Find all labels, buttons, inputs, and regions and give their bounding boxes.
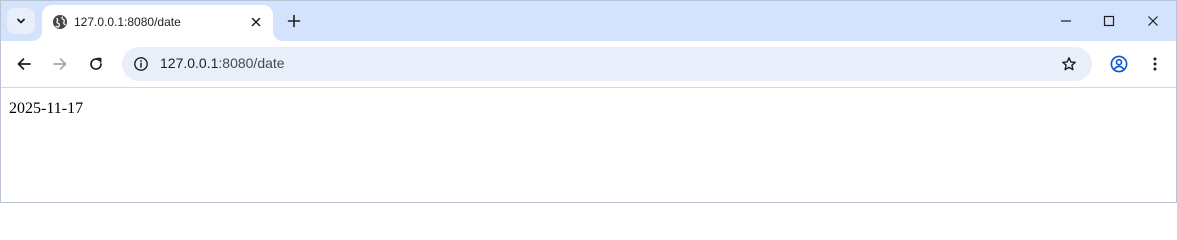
url-host: 127.0.0.1	[160, 55, 219, 71]
close-icon	[251, 17, 261, 27]
back-button[interactable]	[10, 50, 38, 78]
page-date-text: 2025-11-17	[9, 100, 84, 117]
minimize-icon	[1060, 15, 1072, 27]
arrow-right-icon	[52, 56, 68, 72]
tab-active[interactable]: 127.0.0.1:8080/date	[42, 5, 273, 41]
plus-icon	[287, 14, 301, 28]
close-window-button[interactable]	[1131, 1, 1175, 41]
url-path: :8080/date	[218, 55, 285, 71]
info-icon	[133, 56, 149, 72]
chevron-down-icon	[15, 15, 27, 27]
profile-button[interactable]	[1105, 50, 1133, 78]
menu-button[interactable]	[1141, 50, 1169, 78]
forward-button[interactable]	[46, 50, 74, 78]
account-icon	[1110, 55, 1128, 73]
page-content: 2025-11-17	[1, 88, 1176, 202]
tab-strip: 127.0.0.1:8080/date	[1, 1, 1176, 41]
reload-button[interactable]	[82, 50, 110, 78]
site-info-button[interactable]	[129, 52, 153, 76]
tab-title: 127.0.0.1:8080/date	[74, 15, 181, 29]
new-tab-button[interactable]	[282, 9, 306, 33]
bookmark-button[interactable]	[1057, 52, 1081, 76]
more-vert-icon	[1147, 56, 1163, 72]
browser-window: 127.0.0.1:8080/date 127.0.0.1:8080/date …	[0, 0, 1177, 203]
globe-icon	[52, 14, 68, 30]
minimize-button[interactable]	[1044, 1, 1088, 41]
toolbar: 127.0.0.1:8080/date	[1, 41, 1176, 88]
maximize-button[interactable]	[1087, 1, 1131, 41]
close-icon	[1147, 15, 1159, 27]
star-icon	[1061, 56, 1077, 72]
tab-search-button[interactable]	[7, 8, 35, 34]
address-bar[interactable]: 127.0.0.1:8080/date	[122, 47, 1092, 81]
tab-close-button[interactable]	[247, 13, 265, 31]
url-text[interactable]: 127.0.0.1:8080/date	[160, 55, 285, 71]
arrow-left-icon	[16, 56, 32, 72]
maximize-icon	[1103, 15, 1115, 27]
reload-icon	[88, 56, 104, 72]
